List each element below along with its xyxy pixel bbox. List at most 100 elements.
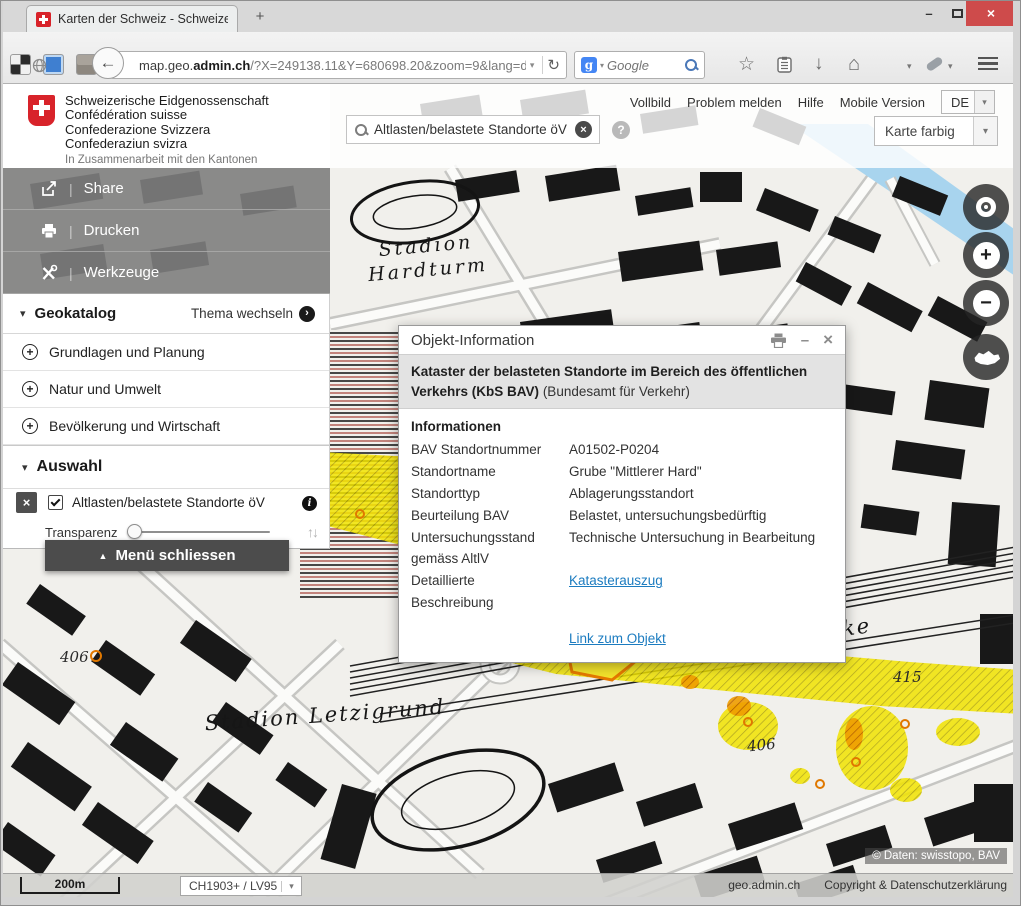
- object-info-popup: Objekt-Information – × Kataster der bela…: [398, 325, 846, 663]
- selection-header[interactable]: ▾ Auswahl: [0, 445, 329, 488]
- geolocate-button[interactable]: [963, 184, 1009, 230]
- selection-title: Auswahl: [37, 458, 103, 476]
- downloads-icon[interactable]: ↓: [814, 53, 824, 75]
- map-style-select[interactable]: Karte farbig ▾: [874, 116, 998, 146]
- minimize-icon[interactable]: –: [801, 332, 809, 349]
- cooperation-text: In Zusammenarbeit mit den Kantonen: [65, 154, 257, 166]
- category-natur[interactable]: + Natur und Umwelt: [0, 371, 329, 408]
- reload-icon[interactable]: ↻: [547, 56, 560, 74]
- share-button[interactable]: | Share: [0, 168, 330, 210]
- remove-layer-button[interactable]: ×: [16, 492, 37, 513]
- katasterauszug-link[interactable]: Katasterauszug: [569, 570, 833, 614]
- clear-search-icon[interactable]: ×: [575, 121, 592, 138]
- search-help-icon[interactable]: ?: [612, 121, 630, 139]
- browser-search-bar[interactable]: g ▾: [574, 51, 705, 79]
- map-search-input[interactable]: [374, 122, 569, 137]
- map-footer-bar: 200m CH1903+ / LV95 ▾ geo.admin.ch Copyr…: [0, 873, 1021, 897]
- layer-checkbox[interactable]: [48, 495, 63, 510]
- link-mobile-version[interactable]: Mobile Version: [840, 95, 925, 110]
- window-minimize-button[interactable]: –: [914, 2, 944, 24]
- header-logo-block: Schweizerische Eidgenossenschaft Confédé…: [0, 84, 330, 168]
- globe-icon: [32, 58, 47, 73]
- chevron-down-icon[interactable]: ▾: [907, 61, 912, 72]
- transparency-label: Transparenz: [45, 525, 118, 540]
- expand-plus-icon[interactable]: +: [22, 381, 38, 397]
- triangle-down-icon: ▾: [22, 461, 28, 474]
- share-label: Share: [84, 180, 124, 197]
- minus-icon: −: [973, 290, 1000, 317]
- tools-icon: [40, 264, 58, 282]
- browser-search-input[interactable]: [607, 58, 681, 73]
- reorder-arrows-icon[interactable]: ↑↓: [307, 524, 317, 540]
- url-dropdown-icon[interactable]: ▾: [530, 60, 535, 71]
- arrow-right-icon: ›: [299, 306, 315, 322]
- field-label: Detaillierte Beschreibung: [411, 570, 559, 614]
- window-titlebar[interactable]: Karten der Schweiz - Schweize... + – ×: [0, 0, 1021, 32]
- print-icon[interactable]: [770, 333, 787, 348]
- theme-switch-label: Thema wechseln: [191, 306, 293, 321]
- theme-switch-link[interactable]: Thema wechseln ›: [191, 306, 315, 322]
- new-tab-button[interactable]: +: [248, 8, 272, 28]
- info-row: Detaillierte Beschreibung Katasterauszug: [411, 570, 833, 614]
- window-frame: [0, 897, 1021, 906]
- zoom-out-button[interactable]: −: [963, 280, 1009, 326]
- link-problem-melden[interactable]: Problem melden: [687, 95, 782, 110]
- field-value: A01502-P0204: [569, 439, 833, 461]
- map-search-box[interactable]: ×: [346, 115, 600, 144]
- extension-icon[interactable]: [10, 54, 31, 75]
- print-button[interactable]: | Drucken: [0, 210, 330, 252]
- chevron-down-icon[interactable]: ▾: [948, 61, 953, 72]
- close-icon[interactable]: ×: [823, 330, 833, 350]
- language-value: DE: [942, 95, 974, 110]
- divider: |: [69, 265, 73, 281]
- expand-plus-icon[interactable]: +: [22, 344, 38, 360]
- dataset-banner: Kataster der belasteten Standorte im Ber…: [399, 354, 845, 409]
- scale-bar: 200m: [20, 877, 120, 894]
- home-icon[interactable]: ⌂: [848, 53, 860, 76]
- switzerland-icon: [971, 347, 1001, 367]
- popup-titlebar[interactable]: Objekt-Information – ×: [399, 326, 845, 354]
- default-extent-button[interactable]: [963, 334, 1009, 380]
- search-icon[interactable]: [684, 58, 698, 72]
- link-hilfe[interactable]: Hilfe: [798, 95, 824, 110]
- transparency-slider[interactable]: [130, 531, 270, 533]
- close-menu-button[interactable]: ▲ Menü schliessen: [45, 540, 289, 571]
- menu-hamburger-icon[interactable]: [978, 57, 998, 70]
- category-grundlagen[interactable]: + Grundlagen und Planung: [0, 334, 329, 371]
- projection-select[interactable]: CH1903+ / LV95 ▾: [180, 876, 302, 896]
- url-bar[interactable]: map.geo.admin.ch/?X=249138.11&Y=680698.2…: [110, 51, 567, 79]
- language-select[interactable]: DE ▾: [941, 90, 995, 114]
- geocatalog-header[interactable]: ▾ Geokatalog Thema wechseln ›: [0, 294, 329, 334]
- tools-label: Werkzeuge: [84, 264, 160, 281]
- field-label: Beurteilung BAV: [411, 505, 559, 527]
- bookmarks-list-icon[interactable]: [776, 56, 793, 73]
- close-menu-label: Menü schliessen: [115, 547, 235, 564]
- field-value: Technische Untersuchung in Bearbeitung: [569, 527, 833, 571]
- slider-handle[interactable]: [127, 524, 142, 539]
- back-button[interactable]: ←: [92, 47, 124, 79]
- layer-info-icon[interactable]: i: [302, 496, 317, 511]
- expand-plus-icon[interactable]: +: [22, 418, 38, 434]
- zoom-in-button[interactable]: +: [963, 232, 1009, 278]
- footer-site-link[interactable]: geo.admin.ch: [728, 878, 800, 892]
- chevron-down-icon: ▾: [973, 117, 997, 145]
- tools-button[interactable]: | Werkzeuge: [0, 252, 330, 294]
- object-link[interactable]: Link zum Objekt: [569, 631, 666, 646]
- browser-tab[interactable]: Karten der Schweiz - Schweize...: [26, 5, 238, 32]
- bookmark-star-icon[interactable]: ☆: [738, 53, 755, 76]
- org-line: Confederaziun svizra: [65, 137, 269, 151]
- window-frame: [0, 0, 3, 906]
- field-value: Ablagerungsstandort: [569, 483, 833, 505]
- chevron-down-icon: ▾: [281, 881, 301, 892]
- category-bevoelkerung[interactable]: + Bevölkerung und Wirtschaft: [0, 408, 329, 445]
- window-close-button[interactable]: ×: [966, 0, 1016, 26]
- info-row: Untersuchungsstand gemäss AltlV Technisc…: [411, 527, 833, 571]
- footer-copyright-link[interactable]: Copyright & Datenschutzerklärung: [824, 878, 1007, 892]
- category-label: Bevölkerung und Wirtschaft: [49, 418, 220, 434]
- info-row: Standorttyp Ablagerungsstandort: [411, 483, 833, 505]
- chevron-down-icon[interactable]: ▾: [600, 61, 604, 70]
- google-icon: g: [581, 57, 597, 73]
- divider: [542, 56, 543, 74]
- map-style-value: Karte farbig: [875, 124, 973, 139]
- link-vollbild[interactable]: Vollbild: [630, 95, 671, 110]
